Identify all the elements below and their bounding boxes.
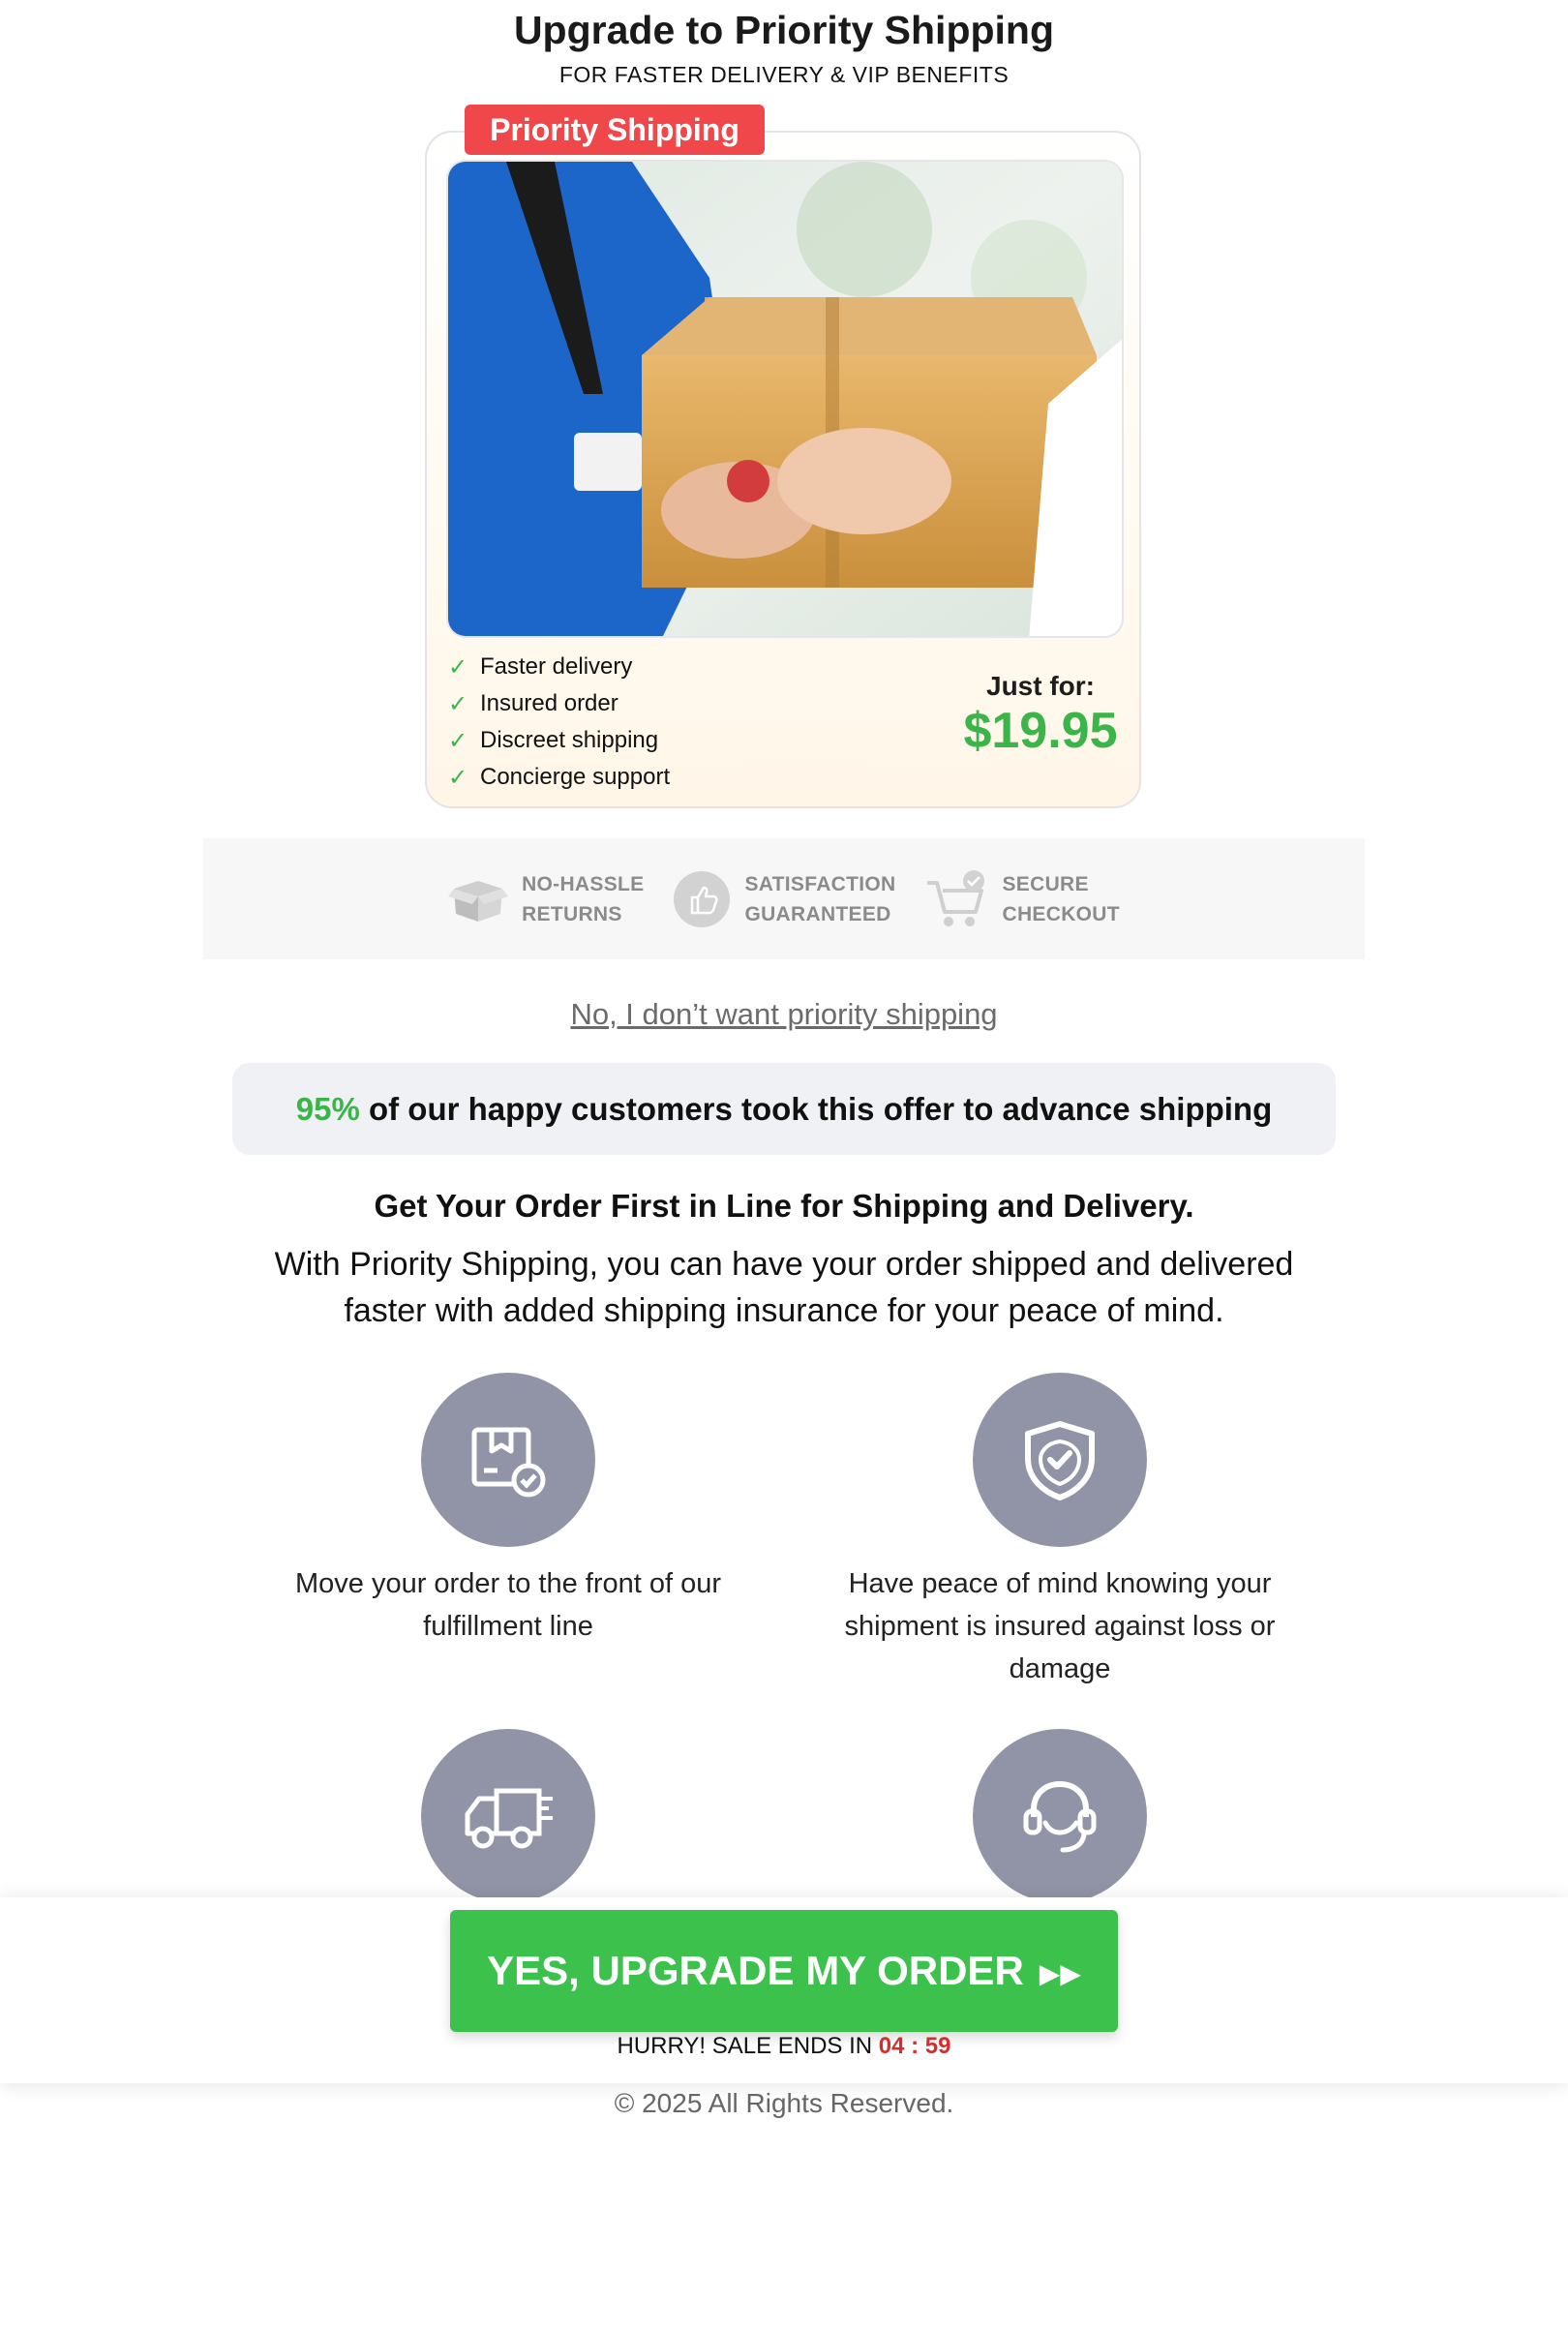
double-arrow-icon: ▶▶	[1039, 1957, 1081, 1988]
trust-badges-bar: NO-HASSLE RETURNS SATISFACTION GUARANTEE…	[203, 838, 1365, 959]
trust-badge-line1: NO-HASSLE	[522, 872, 645, 895]
social-proof-text: of our happy customers took this offer t…	[359, 1091, 1273, 1127]
trust-badge-line1: SECURE	[1002, 872, 1089, 895]
benefits-headline: Get Your Order First in Line for Shippin…	[374, 1188, 1194, 1224]
benefit-icon-circle	[973, 1373, 1147, 1547]
benefit-text: Have peace of mind knowing your shipment…	[844, 1568, 1276, 1684]
checkmark-icon: ✓	[447, 690, 468, 717]
page-title: Upgrade to Priority Shipping	[513, 8, 1055, 52]
feature-item: ✓ Insured order	[445, 685, 670, 722]
priority-shipping-badge: Priority Shipping	[465, 105, 765, 155]
trust-badge-line1: SATISFACTION	[744, 872, 896, 895]
feature-list: ✓ Faster delivery ✓ Insured order ✓ Disc…	[445, 649, 670, 796]
trust-badge-checkout: SECURE CHECKOUT	[925, 869, 1120, 929]
thumbs-up-icon	[674, 870, 731, 927]
price-value: $19.95	[963, 703, 1118, 759]
delivery-photo	[446, 160, 1124, 638]
trust-badge-line2: CHECKOUT	[1002, 902, 1120, 925]
package-check-icon	[471, 1427, 546, 1498]
trust-badge-line2: GUARANTEED	[744, 902, 891, 925]
feature-item: ✓ Discreet shipping	[445, 722, 670, 759]
social-proof-percent: 95%	[295, 1091, 360, 1127]
price-label: Just for:	[986, 671, 1095, 701]
benefit-text: Move your order to the front of our fulf…	[294, 1568, 722, 1642]
sale-countdown: HURRY! SALE ENDS IN 04 : 59	[0, 2033, 1568, 2060]
feature-label: Insured order	[480, 690, 618, 716]
benefits-description: With Priority Shipping, you can have you…	[274, 1246, 1294, 1329]
upgrade-order-label: YES, UPGRADE MY ORDER	[487, 1948, 1024, 1993]
benefit-icon-circle	[421, 1373, 595, 1547]
footer-copyright: © 2025 All Rights Reserved.	[614, 2088, 954, 2118]
benefit-icon-circle	[973, 1729, 1147, 1903]
delivery-truck-icon	[465, 1788, 553, 1849]
checkmark-icon: ✓	[447, 653, 468, 681]
headset-icon	[1023, 1780, 1097, 1853]
decline-upgrade-link[interactable]: No, I don’t want priority shipping	[0, 997, 1568, 1032]
countdown-timer: 04 : 59	[878, 2033, 951, 2059]
feature-label: Faster delivery	[480, 653, 633, 680]
social-proof-banner: 95% of our happy customers took this off…	[232, 1063, 1336, 1155]
cart-check-icon	[926, 869, 984, 926]
checkmark-icon: ✓	[447, 727, 468, 754]
upgrade-order-button[interactable]: YES, UPGRADE MY ORDER ▶▶	[450, 1910, 1118, 2032]
shield-check-icon	[1025, 1421, 1095, 1500]
trust-badge-satisfaction: SATISFACTION GUARANTEED	[673, 869, 895, 929]
benefit-icon-circle	[421, 1729, 595, 1903]
sale-countdown-text: HURRY! SALE ENDS IN	[617, 2033, 879, 2059]
feature-label: Concierge support	[480, 764, 671, 790]
feature-label: Discreet shipping	[480, 727, 659, 753]
page-subtitle: FOR FASTER DELIVERY & VIP BENEFITS	[558, 62, 1010, 87]
trust-badge-returns: NO-HASSLE RETURNS	[448, 869, 644, 929]
feature-item: ✓ Faster delivery	[445, 649, 670, 685]
feature-item: ✓ Concierge support	[445, 759, 670, 796]
upsell-page: Upgrade to Priority Shipping FOR FASTER …	[0, 0, 1568, 2333]
open-box-icon	[448, 880, 509, 922]
trust-badge-line2: RETURNS	[522, 902, 622, 925]
checkmark-icon: ✓	[447, 764, 468, 791]
